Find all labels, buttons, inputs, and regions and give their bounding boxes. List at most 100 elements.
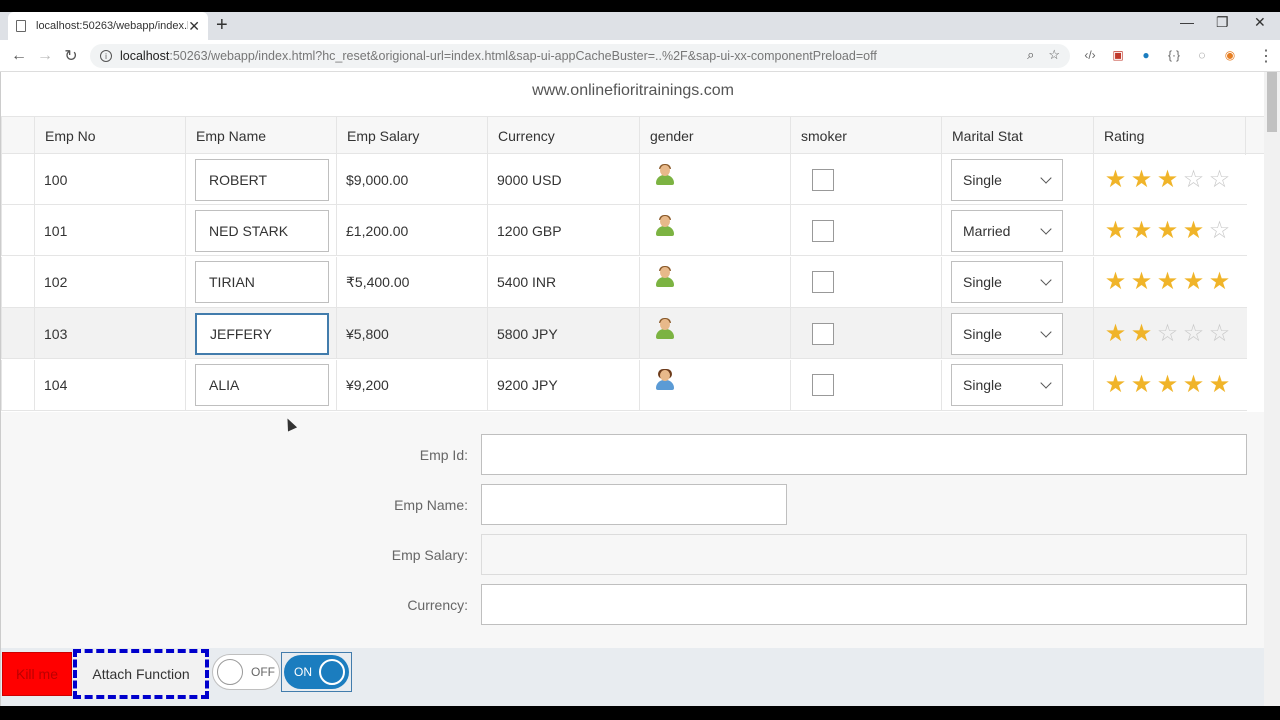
emp-name-input[interactable]: ROBERT	[195, 158, 329, 201]
table-row[interactable]: 100 ROBERT $9,000.00 9000 USD Single ★ ★ ★ ☆ ☆	[1, 154, 1247, 205]
star-empty-icon[interactable]: ☆	[1181, 321, 1206, 346]
scrollbar-thumb[interactable]	[1267, 72, 1277, 132]
star-filled-icon[interactable]: ★	[1181, 373, 1206, 397]
row-selector[interactable]	[1, 205, 34, 257]
rating-indicator[interactable]: ★ ★ ★ ★ ☆	[1103, 218, 1232, 243]
star-empty-icon[interactable]: ☆	[1155, 321, 1180, 346]
switch-on[interactable]: ON	[284, 655, 349, 689]
new-tab-icon[interactable]: +	[216, 14, 228, 37]
column-header-currency[interactable]: Currency	[487, 117, 639, 155]
emp-id-input[interactable]	[481, 434, 1247, 475]
female-avatar-icon	[655, 369, 675, 392]
star-filled-icon[interactable]: ★	[1103, 270, 1128, 294]
star-filled-icon[interactable]: ★	[1155, 270, 1180, 294]
attach-function-button[interactable]: Attach Function	[73, 649, 209, 699]
star-filled-icon[interactable]: ★	[1103, 218, 1128, 243]
globe-extension-icon[interactable]: ●	[1138, 48, 1154, 62]
marital-status-select[interactable]: Single	[951, 364, 1063, 407]
star-empty-icon[interactable]: ☆	[1207, 218, 1232, 243]
star-filled-icon[interactable]: ★	[1129, 167, 1154, 192]
table-row[interactable]: 103 JEFFERY ¥5,800 5800 JPY Single ★ ★ ☆ ☆ ☆	[1, 308, 1247, 360]
code-extension-icon[interactable]: ‹/›	[1082, 48, 1098, 62]
emp-salary-cell: ¥9,200	[336, 359, 487, 411]
star-filled-icon[interactable]: ★	[1155, 167, 1180, 192]
star-filled-icon[interactable]: ★	[1155, 218, 1180, 243]
star-empty-icon[interactable]: ☆	[1207, 167, 1232, 192]
minimize-icon[interactable]: —	[1180, 14, 1194, 30]
star-filled-icon[interactable]: ★	[1155, 373, 1180, 397]
row-selector[interactable]	[1, 154, 34, 205]
forward-icon[interactable]: →	[32, 47, 58, 65]
smoker-checkbox[interactable]	[812, 374, 834, 397]
row-selector[interactable]	[1, 256, 34, 308]
column-header-smoker[interactable]: smoker	[790, 117, 941, 155]
emp-name-cell: JEFFERY	[185, 308, 336, 360]
star-filled-icon[interactable]: ★	[1181, 270, 1206, 294]
currency-label: Currency:	[407, 597, 468, 613]
star-filled-icon[interactable]: ★	[1207, 270, 1232, 294]
rating-indicator[interactable]: ★ ★ ★ ★ ★	[1103, 373, 1232, 397]
marital-status-select[interactable]: Single	[951, 158, 1063, 201]
page-scrollbar[interactable]	[1264, 72, 1280, 706]
restore-icon[interactable]: ❐	[1216, 14, 1229, 31]
browser-tab[interactable]: localhost:50263/webapp/index.h ✕	[8, 12, 208, 40]
marital-status-select[interactable]: Married	[951, 209, 1063, 252]
smoker-checkbox[interactable]	[812, 271, 834, 294]
row-selector[interactable]	[1, 359, 34, 411]
bookmark-star-icon[interactable]: ☆	[1048, 47, 1060, 63]
marital-status-select[interactable]: Single	[951, 312, 1063, 355]
currency-cell: 9200 JPY	[487, 359, 639, 411]
row-selector[interactable]	[1, 308, 34, 360]
smoker-checkbox[interactable]	[812, 322, 834, 345]
rating-indicator[interactable]: ★ ★ ★ ★ ★	[1103, 270, 1232, 294]
chevron-down-icon	[1040, 274, 1052, 286]
table-row[interactable]: 101 NED STARK £1,200.00 1200 GBP Married ★ ★ ★ ★…	[1, 205, 1247, 257]
star-filled-icon[interactable]: ★	[1129, 218, 1154, 243]
emp-name-input[interactable]: JEFFERY	[195, 312, 329, 355]
column-header-emp-salary[interactable]: Emp Salary	[336, 117, 487, 155]
smoker-checkbox[interactable]	[812, 219, 834, 242]
star-filled-icon[interactable]: ★	[1181, 218, 1206, 243]
kill-me-button[interactable]: Kill me	[2, 652, 72, 696]
star-filled-icon[interactable]: ★	[1103, 167, 1128, 192]
column-header-gender[interactable]: gender	[639, 117, 790, 155]
column-header-emp-no[interactable]: Emp No	[34, 117, 185, 155]
column-header-emp-name[interactable]: Emp Name	[185, 117, 336, 155]
star-filled-icon[interactable]: ★	[1207, 373, 1232, 397]
smoker-checkbox[interactable]	[812, 168, 834, 191]
star-filled-icon[interactable]: ★	[1129, 321, 1154, 346]
currency-text: 1200 GBP	[497, 222, 562, 239]
firefox-extension-icon[interactable]: ◉	[1222, 48, 1238, 62]
close-tab-icon[interactable]: ✕	[188, 18, 200, 35]
chat-extension-icon[interactable]: ◌	[1194, 48, 1210, 62]
star-filled-icon[interactable]: ★	[1129, 373, 1154, 397]
star-filled-icon[interactable]: ★	[1103, 321, 1128, 346]
info-icon[interactable]: i	[100, 50, 112, 62]
currency-input[interactable]	[481, 584, 1247, 625]
emp-name-input[interactable]: NED STARK	[195, 209, 329, 252]
column-header-marital-status[interactable]: Marital Stat	[941, 117, 1093, 155]
emp-name-input[interactable]: ALIA	[195, 364, 329, 407]
back-icon[interactable]: ←	[6, 47, 32, 65]
star-empty-icon[interactable]: ☆	[1207, 321, 1232, 346]
table-row[interactable]: 102 TIRIAN ₹5,400.00 5400 INR Single ★ ★ ★ ★ ★	[1, 256, 1247, 308]
rating-indicator[interactable]: ★ ★ ★ ☆ ☆	[1103, 167, 1232, 192]
marital-status-select[interactable]: Single	[951, 261, 1063, 304]
reload-icon[interactable]: ↻	[58, 46, 84, 66]
window-close-icon[interactable]: ✕	[1254, 14, 1266, 31]
braces-extension-icon[interactable]: {·}	[1166, 48, 1182, 62]
star-empty-icon[interactable]: ☆	[1181, 167, 1206, 192]
menu-icon[interactable]: ⋮	[1258, 46, 1274, 66]
star-filled-icon[interactable]: ★	[1129, 270, 1154, 294]
rating-indicator[interactable]: ★ ★ ☆ ☆ ☆	[1103, 321, 1232, 346]
address-bar[interactable]: i localhost:50263/webapp/index.html?hc_r…	[90, 44, 1070, 68]
switch-off[interactable]: OFF	[212, 654, 280, 690]
table-row[interactable]: 104 ALIA ¥9,200 9200 JPY Single ★ ★ ★ ★ ★	[1, 359, 1247, 411]
pocket-extension-icon[interactable]: ▣	[1110, 48, 1126, 62]
emp-name-input[interactable]: TIRIAN	[195, 261, 329, 304]
emp-name-input[interactable]	[481, 484, 787, 525]
zoom-icon[interactable]: ⌕	[1027, 47, 1034, 63]
column-header-rating[interactable]: Rating	[1093, 117, 1246, 155]
currency-cell: 9000 USD	[487, 154, 639, 205]
star-filled-icon[interactable]: ★	[1103, 373, 1128, 397]
